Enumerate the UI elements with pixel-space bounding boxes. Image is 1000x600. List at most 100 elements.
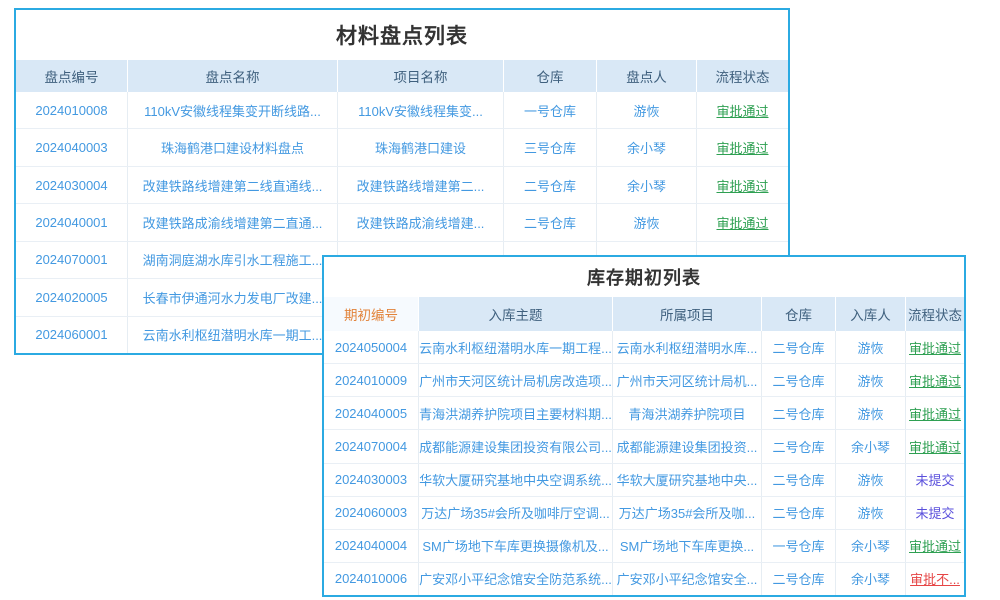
cell-flow-status[interactable]: 审批通过 [906,430,964,462]
cell-flow-status[interactable]: 审批不... [906,563,964,595]
cell-inventory-id[interactable]: 2024070001 [16,242,128,278]
cell-inbound-subject: 广州市天河区统计局机房改造项... [419,364,613,396]
column-header-project-name[interactable]: 项目名称 [338,60,504,92]
cell-inbound-person: 游恢 [836,464,906,496]
page: 材料盘点列表 盘点编号 盘点名称 项目名称 仓库 盘点人 流程状态 202401… [0,0,1000,600]
column-header-opening-id[interactable]: 期初编号 [324,297,419,331]
cell-flow-status[interactable]: 审批通过 [906,397,964,429]
cell-inventory-id[interactable]: 2024040003 [16,129,128,165]
cell-inventory-name: 湖南洞庭湖水库引水工程施工... [128,242,338,278]
cell-inventory-id[interactable]: 2024020005 [16,279,128,315]
cell-inbound-person: 游恢 [836,497,906,529]
cell-opening-id[interactable]: 2024050004 [324,331,419,363]
cell-inventory-person: 游恢 [597,92,697,128]
cell-inventory-id[interactable]: 2024010008 [16,92,128,128]
cell-warehouse: 二号仓库 [762,497,836,529]
cell-project-name: 110kV安徽线程集变... [338,92,504,128]
cell-inventory-person: 游恢 [597,204,697,240]
table-row: 2024030004 改建铁路线增建第二线直通线... 改建铁路线增建第二...… [16,166,788,203]
cell-project: 广州市天河区统计局机... [613,364,762,396]
table-row: 2024010006 广安邓小平纪念馆安全防范系统... 广安邓小平纪念馆安全.… [324,562,964,595]
cell-inbound-person: 余小琴 [836,563,906,595]
opening-stock-title: 库存期初列表 [324,257,964,297]
cell-inbound-subject: 青海洪湖养护院项目主要材料期... [419,397,613,429]
cell-flow-status[interactable]: 审批通过 [697,92,788,128]
column-header-inbound-subject[interactable]: 入库主题 [419,297,613,331]
cell-opening-id[interactable]: 2024070004 [324,430,419,462]
cell-flow-status[interactable]: 未提交 [906,497,964,529]
table-row: 2024010008 110kV安徽线程集变开断线路... 110kV安徽线程集… [16,92,788,128]
column-header-flow-status[interactable]: 流程状态 [697,60,788,92]
cell-flow-status[interactable]: 审批通过 [697,129,788,165]
column-header-inbound-person[interactable]: 入库人 [836,297,906,331]
cell-inventory-name: 改建铁路成渝线增建第二直通... [128,204,338,240]
table-row: 2024040004 SM广场地下车库更换摄像机及... SM广场地下车库更换.… [324,529,964,562]
cell-project-name: 改建铁路线增建第二... [338,167,504,203]
cell-project: 华软大厦研究基地中央... [613,464,762,496]
cell-inventory-name: 珠海鹤港口建设材料盘点 [128,129,338,165]
column-header-warehouse[interactable]: 仓库 [504,60,597,92]
cell-inbound-subject: 万达广场35#会所及咖啡厅空调... [419,497,613,529]
cell-opening-id[interactable]: 2024010006 [324,563,419,595]
cell-warehouse: 二号仓库 [762,364,836,396]
cell-inventory-name: 改建铁路线增建第二线直通线... [128,167,338,203]
material-inventory-header-row: 盘点编号 盘点名称 项目名称 仓库 盘点人 流程状态 [16,60,788,92]
cell-project: SM广场地下车库更换... [613,530,762,562]
cell-inbound-person: 游恢 [836,364,906,396]
cell-warehouse: 二号仓库 [762,331,836,363]
cell-inventory-person: 余小琴 [597,167,697,203]
opening-stock-body: 2024050004 云南水利枢纽潜明水库一期工程... 云南水利枢纽潜明水库.… [324,331,964,595]
opening-stock-header-row: 期初编号 入库主题 所属项目 仓库 入库人 流程状态 [324,297,964,331]
opening-stock-card: 库存期初列表 期初编号 入库主题 所属项目 仓库 入库人 流程状态 202405… [322,255,966,597]
cell-opening-id[interactable]: 2024030003 [324,464,419,496]
cell-inbound-person: 余小琴 [836,430,906,462]
cell-warehouse: 一号仓库 [762,530,836,562]
cell-inbound-person: 游恢 [836,331,906,363]
cell-warehouse: 二号仓库 [762,563,836,595]
table-row: 2024060003 万达广场35#会所及咖啡厅空调... 万达广场35#会所及… [324,496,964,529]
table-row: 2024050004 云南水利枢纽潜明水库一期工程... 云南水利枢纽潜明水库.… [324,331,964,363]
cell-inbound-person: 游恢 [836,397,906,429]
cell-opening-id[interactable]: 2024040004 [324,530,419,562]
cell-warehouse: 二号仓库 [504,204,597,240]
cell-warehouse: 一号仓库 [504,92,597,128]
cell-project: 青海洪湖养护院项目 [613,397,762,429]
cell-opening-id[interactable]: 2024010009 [324,364,419,396]
column-header-warehouse[interactable]: 仓库 [762,297,836,331]
cell-warehouse: 二号仓库 [762,397,836,429]
cell-project: 成都能源建设集团投资... [613,430,762,462]
cell-inventory-person: 余小琴 [597,129,697,165]
cell-flow-status[interactable]: 审批通过 [697,167,788,203]
cell-flow-status[interactable]: 审批通过 [906,331,964,363]
cell-warehouse: 二号仓库 [762,430,836,462]
cell-inbound-subject: SM广场地下车库更换摄像机及... [419,530,613,562]
cell-project-name: 珠海鹤港口建设 [338,129,504,165]
column-header-project[interactable]: 所属项目 [613,297,762,331]
cell-project: 广安邓小平纪念馆安全... [613,563,762,595]
table-row: 2024040001 改建铁路成渝线增建第二直通... 改建铁路成渝线增建...… [16,203,788,240]
cell-inventory-id[interactable]: 2024060001 [16,317,128,353]
table-row: 2024010009 广州市天河区统计局机房改造项... 广州市天河区统计局机.… [324,363,964,396]
material-inventory-title: 材料盘点列表 [16,10,788,60]
column-header-inventory-name[interactable]: 盘点名称 [128,60,338,92]
cell-opening-id[interactable]: 2024060003 [324,497,419,529]
cell-inventory-id[interactable]: 2024030004 [16,167,128,203]
table-row: 2024040003 珠海鹤港口建设材料盘点 珠海鹤港口建设 三号仓库 余小琴 … [16,128,788,165]
cell-warehouse: 二号仓库 [504,167,597,203]
cell-inventory-name: 110kV安徽线程集变开断线路... [128,92,338,128]
cell-warehouse: 二号仓库 [762,464,836,496]
cell-flow-status[interactable]: 审批通过 [906,364,964,396]
cell-inbound-subject: 广安邓小平纪念馆安全防范系统... [419,563,613,595]
cell-project: 万达广场35#会所及咖... [613,497,762,529]
cell-flow-status[interactable]: 未提交 [906,464,964,496]
cell-flow-status[interactable]: 审批通过 [697,204,788,240]
cell-flow-status[interactable]: 审批通过 [906,530,964,562]
cell-opening-id[interactable]: 2024040005 [324,397,419,429]
column-header-inventory-person[interactable]: 盘点人 [597,60,697,92]
column-header-flow-status[interactable]: 流程状态 [906,297,964,331]
cell-project: 云南水利枢纽潜明水库... [613,331,762,363]
cell-inventory-id[interactable]: 2024040001 [16,204,128,240]
table-row: 2024030003 华软大厦研究基地中央空调系统... 华软大厦研究基地中央.… [324,463,964,496]
column-header-inventory-id[interactable]: 盘点编号 [16,60,128,92]
cell-inbound-subject: 云南水利枢纽潜明水库一期工程... [419,331,613,363]
